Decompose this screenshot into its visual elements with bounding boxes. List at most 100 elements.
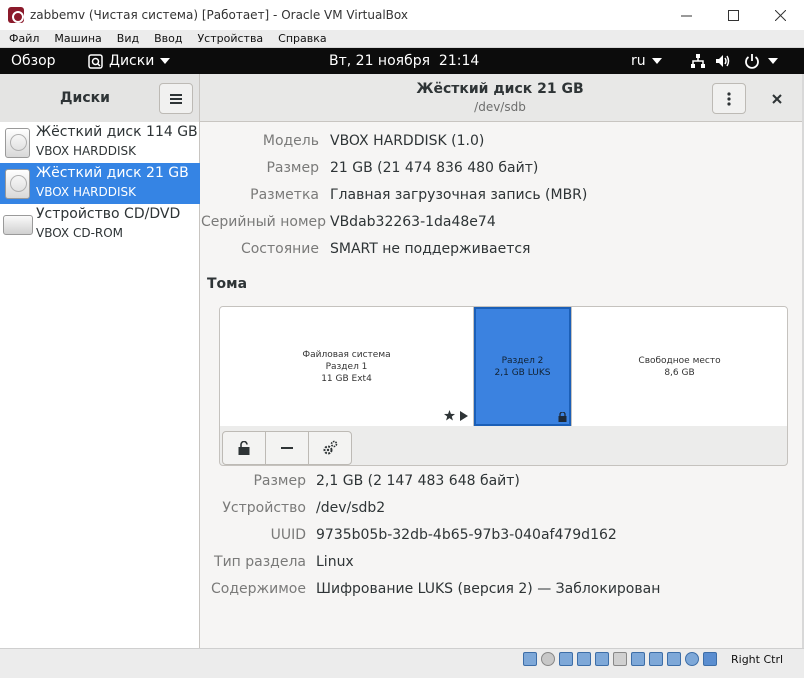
partition-contents-label: Содержимое: [211, 581, 306, 597]
drive-model: VBOX HARDDISK: [36, 144, 137, 158]
menu-view[interactable]: Вид: [108, 32, 145, 45]
drive-item-hdd-114gb[interactable]: Жёсткий диск 114 GB VBOX HARDDISK: [0, 122, 200, 163]
video-capture-icon[interactable]: [649, 652, 663, 666]
host-key-label: Right Ctrl: [731, 653, 784, 666]
model-label: Модель: [262, 133, 319, 149]
virtualbox-app-icon: [8, 7, 24, 23]
partition-type-label: Тип раздела: [214, 554, 306, 570]
partition-device-row: Устройство /dev/sdb2: [201, 500, 801, 520]
drive-device-path: /dev/sdb: [474, 100, 526, 114]
partition-type-value: Linux: [316, 554, 354, 570]
menu-machine[interactable]: Машина: [45, 32, 107, 45]
partition-contents-value: Шифрование LUKS (версия 2) — Заблокирова…: [316, 581, 661, 597]
main-menu-button[interactable]: [159, 83, 193, 114]
clock[interactable]: Вт, 21 ноября 21:14: [329, 48, 479, 74]
volume-partition-1[interactable]: Файловая система Раздел 1 11 GB Ext4: [220, 307, 473, 426]
drive-options-button[interactable]: [712, 83, 746, 114]
drive-title: Жёсткий диск 21 GB: [416, 81, 584, 97]
close-window-button[interactable]: [757, 0, 804, 30]
partition-size-label: Размер: [253, 473, 306, 489]
menu-devices[interactable]: Устройства: [188, 32, 269, 45]
app-menu-label: Диски: [109, 53, 155, 69]
network-icon: [691, 54, 705, 68]
volume-map: Файловая система Раздел 1 11 GB Ext4 Раз…: [219, 306, 788, 466]
statusbar-indicators: [523, 652, 721, 666]
close-icon: [775, 9, 786, 21]
unlock-icon: [238, 441, 250, 455]
shared-folders-icon[interactable]: [613, 652, 627, 666]
play-icon: [460, 411, 468, 421]
drive-list: Жёсткий диск 114 GB VBOX HARDDISK Жёстки…: [0, 122, 200, 648]
partition-uuid-row: UUID 9735b05b-32db-4b65-97b3-040af479d16…: [201, 527, 801, 547]
host-key-icon[interactable]: [703, 652, 717, 666]
volume-size: 2,1 GB LUKS: [494, 367, 551, 378]
vbox-window-title: zabbemv (Чистая система) [Работает] - Or…: [30, 8, 408, 22]
drive-name: Устройство CD/DVD: [36, 206, 181, 222]
drive-item-cd-dvd[interactable]: Устройство CD/DVD VBOX CD-ROM: [0, 204, 200, 245]
system-menu-button[interactable]: [690, 48, 778, 74]
maximize-icon: [728, 9, 739, 21]
size-row: Размер 21 GB (21 474 836 480 байт): [201, 160, 801, 180]
keyboard-layout-label: ru: [631, 53, 646, 69]
drive-model: VBOX CD-ROM: [36, 226, 124, 240]
minimize-icon: [681, 15, 692, 16]
menu-file[interactable]: Файл: [0, 32, 45, 45]
hard-disk-icon: [5, 169, 30, 199]
unlock-volume-button[interactable]: [222, 431, 266, 465]
drive-name: Жёсткий диск 114 GB: [36, 124, 198, 140]
volume-size: 11 GB Ext4: [321, 373, 372, 384]
vbox-statusbar: Right Ctrl: [0, 648, 804, 678]
gears-icon: [323, 440, 338, 455]
volume-name: Раздел 2: [501, 355, 544, 366]
optical-drive-activity-icon[interactable]: [541, 652, 555, 666]
mouse-integration-icon[interactable]: [685, 652, 699, 666]
usb-icon[interactable]: [595, 652, 609, 666]
volume-icon: [716, 55, 730, 67]
disks-window: Диски Жёсткий диск 21 GB /dev/sdb Жёстки…: [0, 74, 802, 648]
close-disks-button[interactable]: [762, 83, 792, 114]
partition-uuid-label: UUID: [270, 527, 306, 543]
partitioning-label: Разметка: [250, 187, 319, 203]
vbox-titlebar: zabbemv (Чистая система) [Работает] - Or…: [0, 0, 804, 30]
chevron-down-icon: [160, 58, 171, 64]
vbox-menubar: Файл Машина Вид Ввод Устройства Справка: [0, 30, 804, 48]
minimize-button[interactable]: [663, 0, 710, 30]
volume-toolbar: [222, 431, 352, 465]
hard-disk-icon: [5, 128, 30, 158]
keyboard-layout-button[interactable]: ru: [631, 48, 662, 74]
drive-name: Жёсткий диск 21 GB: [36, 165, 189, 181]
volume-name: Свободное место: [638, 355, 721, 366]
menu-input[interactable]: Ввод: [145, 32, 188, 45]
gnome-top-bar: Обзор Диски Вт, 21 ноября 21:14 ru: [0, 48, 804, 74]
lock-icon: [558, 412, 567, 422]
network-activity-icon[interactable]: [577, 652, 591, 666]
header-bar: Диски Жёсткий диск 21 GB /dev/sdb: [0, 74, 802, 122]
display-icon[interactable]: [631, 652, 645, 666]
app-menu-button[interactable]: Диски: [88, 48, 171, 74]
volume-partition-2[interactable]: Раздел 2 2,1 GB LUKS: [474, 307, 571, 426]
sidebar-title: Диски: [60, 90, 110, 106]
hard-disk-activity-icon[interactable]: [523, 652, 537, 666]
partition-contents-row: Содержимое Шифрование LUKS (версия 2) — …: [201, 581, 801, 601]
serial-value: VBdab32263-1da48e74: [330, 214, 496, 230]
audio-icon[interactable]: [559, 652, 573, 666]
chevron-down-icon: [768, 58, 778, 64]
volume-name: Раздел 1: [325, 361, 368, 372]
more-vertical-icon: [727, 91, 731, 106]
menu-help[interactable]: Справка: [269, 32, 332, 45]
maximize-button[interactable]: [710, 0, 757, 30]
chevron-down-icon: [651, 58, 662, 64]
activities-button[interactable]: Обзор: [11, 48, 56, 74]
partition-options-button[interactable]: [308, 431, 352, 465]
drive-model: VBOX HARDDISK: [36, 185, 137, 199]
drive-item-hdd-21gb[interactable]: Жёсткий диск 21 GB VBOX HARDDISK: [0, 163, 200, 204]
virtualization-icon[interactable]: [667, 652, 681, 666]
minus-icon: [281, 447, 293, 449]
volume-type: Файловая система: [302, 349, 391, 360]
volume-free-space[interactable]: Свободное место 8,6 GB: [572, 307, 787, 426]
state-row: Состояние SMART не поддерживается: [201, 241, 801, 261]
delete-partition-button[interactable]: [265, 431, 309, 465]
partition-size-row: Размер 2,1 GB (2 147 483 648 байт): [201, 473, 801, 493]
hamburger-icon: [170, 93, 182, 104]
disks-app-icon: [88, 53, 103, 69]
